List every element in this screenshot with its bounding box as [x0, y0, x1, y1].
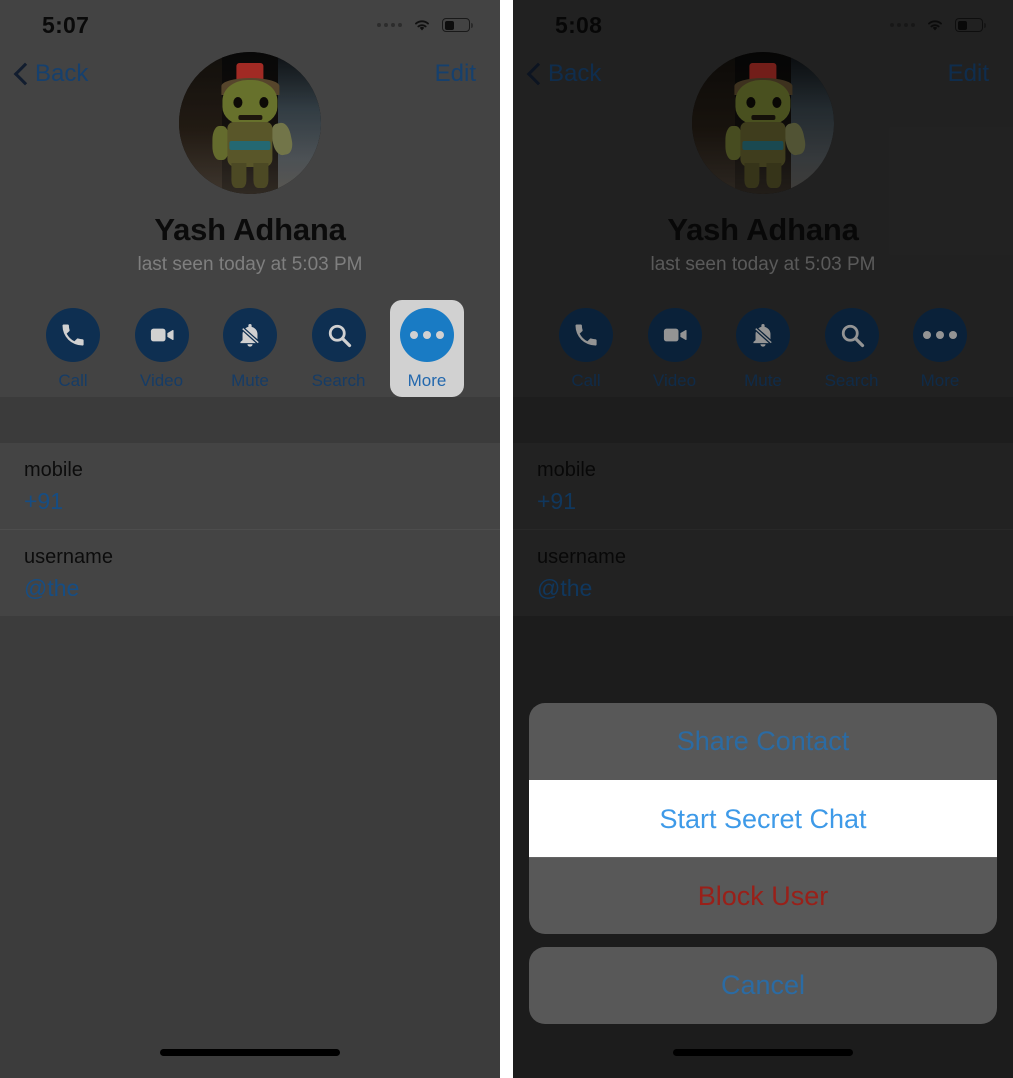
action-label: Search [311, 371, 366, 390]
action-label: Mute [744, 371, 782, 390]
info-row-username[interactable]: username @the [513, 529, 1013, 616]
info-value: @the [24, 575, 80, 601]
action-button-row: Call Video Mute Search More [0, 300, 500, 397]
info-row-username[interactable]: username @the [0, 529, 500, 616]
action-sheet-cancel-button[interactable]: Cancel [529, 947, 997, 1024]
video-camera-icon [134, 308, 189, 362]
home-indicator[interactable] [673, 1049, 853, 1056]
contact-avatar[interactable] [179, 52, 321, 194]
action-label: More [920, 371, 960, 390]
action-label: More [407, 371, 447, 390]
status-clock: 5:08 [555, 11, 603, 38]
profile-header: Yash Adhana last seen today at 5:03 PM [513, 52, 1013, 276]
bell-slash-icon [223, 308, 277, 362]
wifi-icon [924, 17, 946, 33]
home-indicator[interactable] [160, 1049, 340, 1056]
action-sheet-group: Share Contact Start Secret Chat Block Us… [529, 703, 997, 934]
action-label: Video [139, 371, 184, 390]
action-label: Search [824, 371, 879, 390]
signal-dots-icon [377, 23, 402, 27]
status-clock: 5:07 [42, 11, 90, 38]
action-button-call[interactable]: Call [36, 300, 110, 397]
info-label: username [24, 546, 113, 568]
profile-header: Yash Adhana last seen today at 5:03 PM [0, 52, 500, 276]
section-gap [513, 397, 1013, 443]
signal-dots-icon [890, 23, 915, 27]
video-camera-icon [647, 308, 702, 362]
action-button-mute[interactable]: Mute [213, 300, 287, 397]
info-label: mobile [24, 459, 83, 481]
contact-name: Yash Adhana [154, 212, 346, 247]
action-label: Mute [231, 371, 269, 390]
status-indicators [377, 17, 473, 33]
info-value: @the [537, 575, 593, 601]
info-value: +91 [537, 488, 577, 514]
action-label: Video [652, 371, 697, 390]
status-bar: 5:08 [513, 0, 1013, 50]
status-bar: 5:07 [0, 0, 500, 50]
action-button-search[interactable]: Search [302, 300, 376, 397]
contact-status: last seen today at 5:03 PM [650, 254, 876, 275]
search-icon [311, 308, 366, 362]
action-label: Call [571, 371, 601, 390]
wifi-icon [411, 17, 433, 33]
info-label: username [537, 546, 626, 568]
status-indicators [890, 17, 986, 33]
ellipsis-icon [400, 308, 454, 362]
contact-status: last seen today at 5:03 PM [137, 254, 363, 275]
bell-slash-icon [736, 308, 790, 362]
contact-info-list: mobile +91 username @the [513, 443, 1013, 616]
ellipsis-icon [913, 308, 967, 362]
action-button-more[interactable]: More [390, 300, 464, 397]
contact-avatar[interactable] [692, 52, 834, 194]
action-button-video[interactable]: Video [638, 300, 712, 397]
info-row-mobile[interactable]: mobile +91 [513, 443, 1013, 529]
panel-separator [500, 0, 513, 1078]
action-sheet: Share Contact Start Secret Chat Block Us… [513, 703, 1013, 1024]
contact-info-list: mobile +91 username @the [0, 443, 500, 616]
contact-name: Yash Adhana [667, 212, 859, 247]
phone-screen-right: 5:08 Back Edit Yash Adhana last seen tod… [513, 0, 1013, 1078]
action-button-search[interactable]: Search [815, 300, 889, 397]
info-label: mobile [537, 459, 596, 481]
action-button-mute[interactable]: Mute [726, 300, 800, 397]
info-row-mobile[interactable]: mobile +91 [0, 443, 500, 529]
action-sheet-item-block-user[interactable]: Block User [529, 857, 997, 934]
action-label: Call [58, 371, 88, 390]
action-sheet-item-start-secret-chat[interactable]: Start Secret Chat [529, 780, 997, 857]
action-sheet-item-share-contact[interactable]: Share Contact [529, 703, 997, 780]
phone-icon [46, 308, 100, 362]
action-button-more[interactable]: More [903, 300, 977, 397]
empty-area [0, 616, 500, 1078]
info-value: +91 [24, 488, 64, 514]
search-icon [824, 308, 879, 362]
action-button-call[interactable]: Call [549, 300, 623, 397]
action-button-video[interactable]: Video [125, 300, 199, 397]
section-gap [0, 397, 500, 443]
battery-icon [442, 18, 473, 32]
phone-screen-left: 5:07 Back Edit Yash Adhana last seen tod… [0, 0, 500, 1078]
battery-icon [955, 18, 986, 32]
action-button-row: Call Video Mute Search More [513, 300, 1013, 397]
phone-icon [559, 308, 613, 362]
screenshot-stage: 5:07 Back Edit Yash Adhana last seen tod… [0, 0, 1013, 1078]
